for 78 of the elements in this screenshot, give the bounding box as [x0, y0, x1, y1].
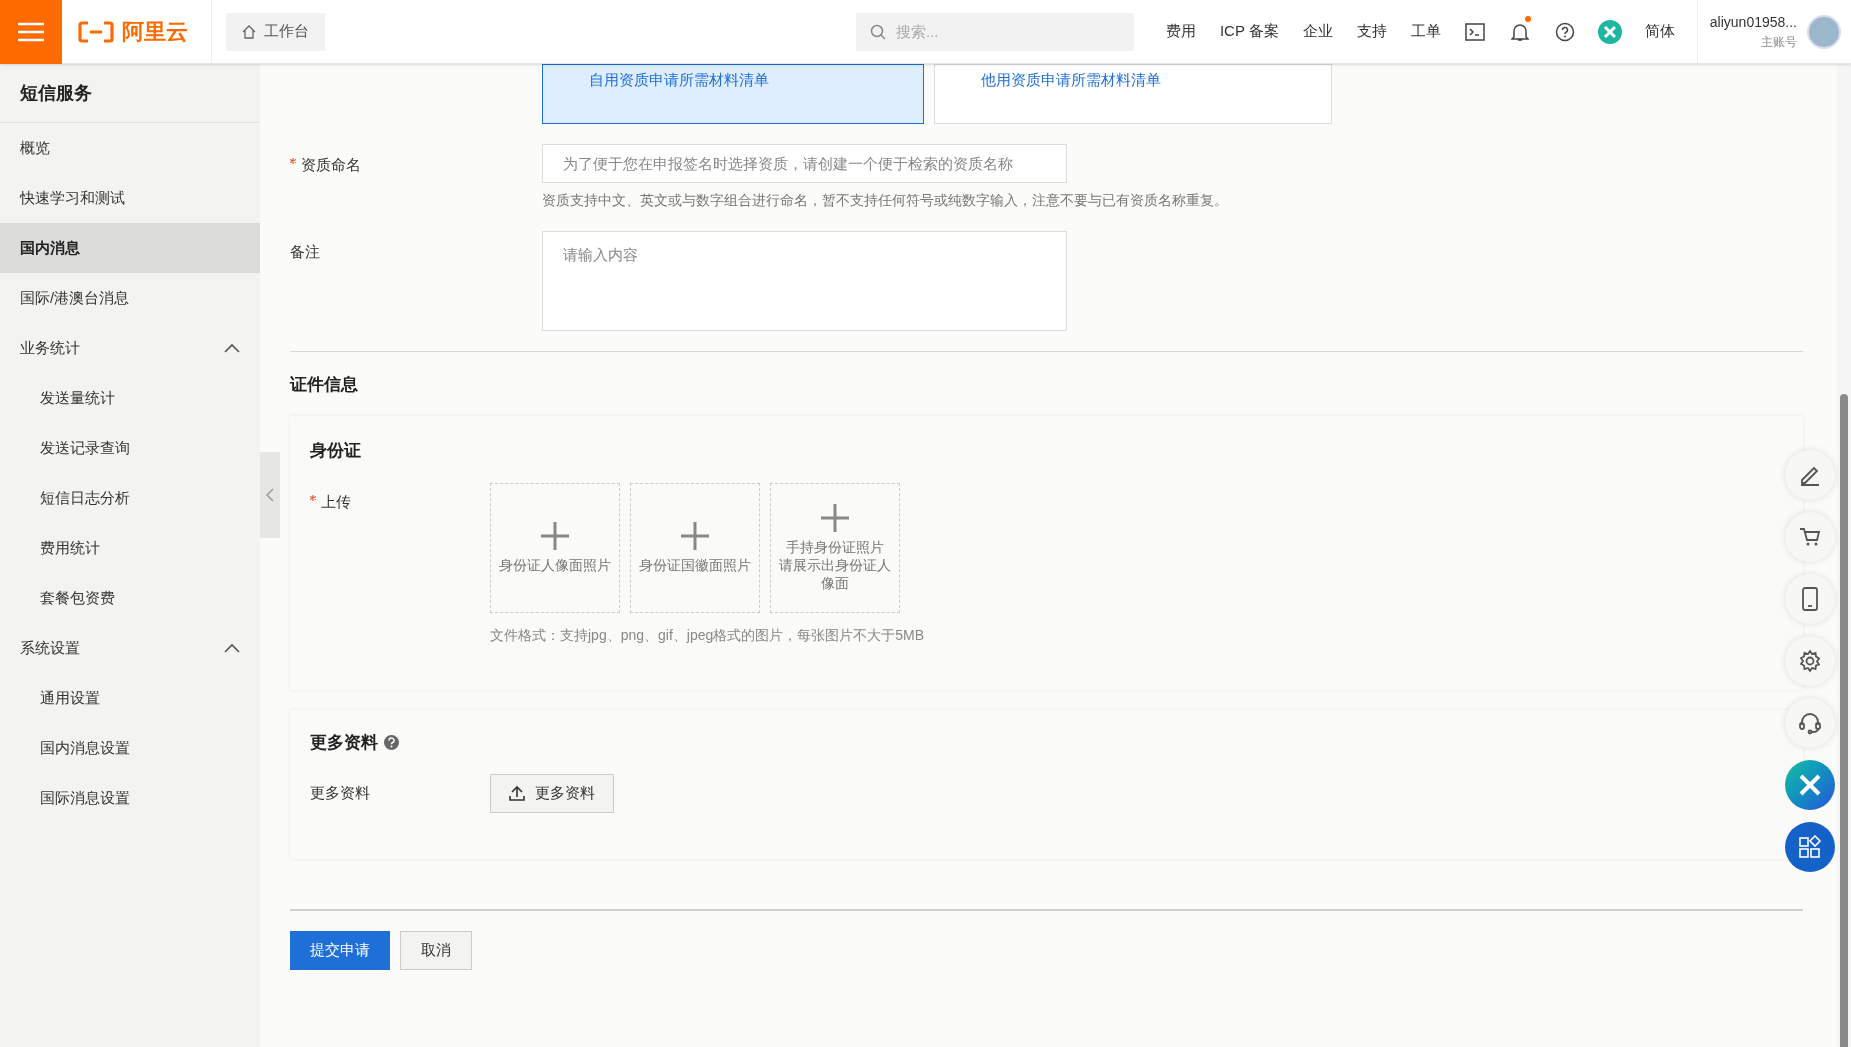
sidebar-item[interactable]: 系统设置: [0, 623, 260, 673]
apps-icon: [1798, 835, 1822, 859]
nav-link[interactable]: ICP 备案: [1207, 20, 1291, 43]
assistant-button[interactable]: [1785, 760, 1835, 810]
pencil-icon: [1799, 464, 1821, 486]
logo-mark-icon: [78, 20, 114, 43]
sidebar-item[interactable]: 发送量统计: [0, 373, 260, 423]
headset-icon: [1798, 711, 1822, 735]
search-field[interactable]: 搜索...: [855, 12, 1134, 51]
sidebar-item[interactable]: 费用统计: [0, 523, 260, 573]
terminal-icon: [1465, 22, 1486, 41]
nav-link[interactable]: 工单: [1398, 20, 1453, 43]
home-icon: [242, 24, 256, 39]
menu-icon: [18, 21, 44, 42]
app-button[interactable]: [1785, 574, 1835, 624]
apps-button[interactable]: [1785, 822, 1835, 872]
sidebar-item[interactable]: 通用设置: [0, 673, 260, 723]
material-list-card[interactable]: 自用资质申请所需材料清单: [542, 64, 924, 124]
settings-icon: [1798, 649, 1822, 673]
chevron-left-icon: [266, 488, 274, 502]
sidebar-item[interactable]: 国内消息: [0, 223, 260, 273]
workbench-button[interactable]: 工作台: [226, 12, 325, 51]
upload-slot[interactable]: 身份证人像面照片: [490, 483, 620, 613]
section-title: 证件信息: [290, 374, 359, 396]
textarea-field[interactable]: 请输入内容: [542, 231, 1067, 331]
account-name[interactable]: aliyun01958...: [1709, 12, 1797, 33]
upload-icon: [509, 785, 525, 801]
plus-icon: [681, 522, 709, 550]
sidebar-item[interactable]: 发送记录查询: [0, 423, 260, 473]
support-button[interactable]: [1785, 698, 1835, 748]
input-field[interactable]: 为了便于您在申报签名时选择资质，请创建一个便于检索的资质名称: [542, 144, 1067, 183]
nav-link[interactable]: 企业: [1290, 20, 1345, 43]
plus-icon: [821, 504, 849, 532]
sidebar-item[interactable]: 国际消息设置: [0, 773, 260, 823]
submit-button[interactable]: 提交申请: [290, 930, 390, 970]
sidebar-item[interactable]: 国际/港澳台消息: [0, 273, 260, 323]
search-icon: [869, 23, 886, 40]
nav-link[interactable]: 费用: [1153, 20, 1208, 43]
phone-icon: [1799, 587, 1821, 611]
field-label: 资质命名: [301, 155, 361, 175]
help-icon: [1555, 21, 1576, 42]
sidebar-item[interactable]: 套餐包资费: [0, 573, 260, 623]
settings-button[interactable]: [1785, 636, 1835, 686]
sidebar-item[interactable]: 概览: [0, 123, 260, 173]
assistant-icon: [1598, 19, 1623, 44]
card-title: 身份证: [310, 439, 362, 462]
upload-slot[interactable]: 身份证国徽面照片: [630, 483, 760, 613]
field-label: 更多资料: [310, 782, 371, 803]
sidebar-item[interactable]: 国内消息设置: [0, 723, 260, 773]
cart-icon: [1799, 526, 1821, 548]
menu-button[interactable]: [0, 0, 62, 64]
field-label: 上传: [321, 492, 351, 512]
upload-slot-label: 身份证人像面照片: [499, 556, 611, 574]
material-list-card[interactable]: 他用资质申请所需材料清单: [934, 64, 1332, 124]
bell-icon: [1511, 21, 1530, 42]
cart-button[interactable]: [1785, 512, 1835, 562]
scrollbar[interactable]: [1837, 64, 1851, 1047]
nav-link[interactable]: 支持: [1344, 20, 1399, 43]
card-title: 更多资料: [310, 732, 378, 754]
account-type: 主账号: [1761, 34, 1797, 51]
help-icon[interactable]: [384, 735, 399, 751]
sidebar-item[interactable]: 业务统计: [0, 323, 260, 373]
sidebar-title: 短信服务: [0, 64, 260, 123]
plus-icon: [541, 522, 569, 550]
upload-slot-label: 身份证国徽面照片: [639, 556, 751, 574]
sidebar-item[interactable]: 快速学习和测试: [0, 173, 260, 223]
field-label: 备注: [290, 242, 320, 262]
sidebar-item[interactable]: 短信日志分析: [0, 473, 260, 523]
cancel-button[interactable]: 取消: [400, 930, 472, 970]
upload-button[interactable]: 更多资料: [490, 773, 614, 813]
edit-button[interactable]: [1785, 450, 1835, 500]
upload-slot-label: 手持身份证照片 请展示出身份证人 像面: [779, 538, 891, 592]
upload-slot[interactable]: 手持身份证照片 请展示出身份证人 像面: [770, 483, 900, 613]
language-link[interactable]: 简体: [1632, 20, 1687, 43]
assistant-icon: [1797, 772, 1823, 798]
logo-text: 阿里云: [122, 18, 188, 46]
field-hint: 资质支持中文、英文或与数字组合进行命名，暂不支持任何符号或纯数字输入，注意不要与已有资质名称重复。: [542, 191, 1228, 210]
upload-hint: 文件格式：支持jpg、png、gif、jpeg格式的图片，每张图片不大于5MB: [490, 626, 925, 645]
